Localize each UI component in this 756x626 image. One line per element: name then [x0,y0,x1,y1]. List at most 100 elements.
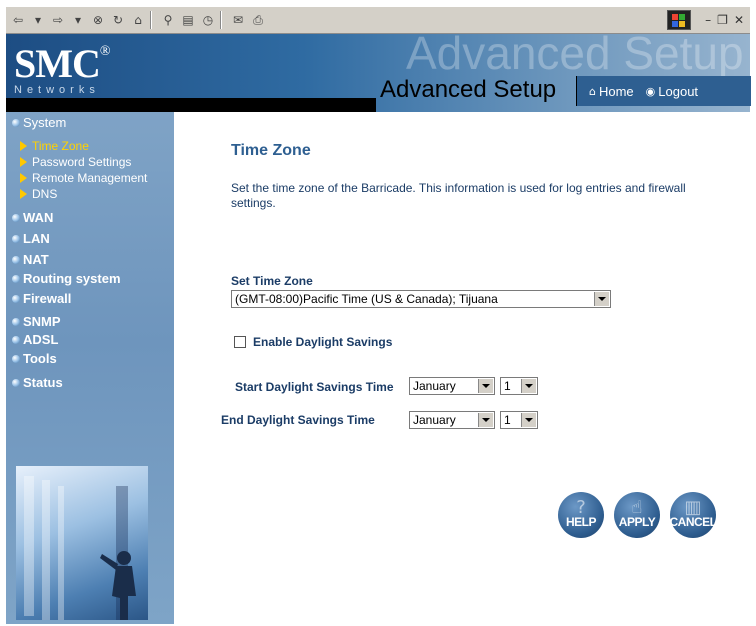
dropdown-arrow-icon[interactable]: ▾ [70,12,86,28]
bullet-icon [12,118,20,127]
sidebar-item-label: SNMP [23,314,61,329]
sidebar-item-wan[interactable]: WAN [12,210,53,225]
enable-daylight-savings-checkbox[interactable] [234,336,246,348]
sidebar-item-label: ADSL [23,332,59,347]
end-day-value: 1 [504,413,511,427]
restore-icon[interactable]: ❐ [717,13,728,27]
logo-registered-mark: ® [99,44,111,59]
sidebar-subitem-dns[interactable]: DNS [20,187,57,201]
page-title: Time Zone [231,142,311,159]
sidebar-subitem-time-zone[interactable]: Time Zone [20,139,89,153]
sidebar-item-label: Firewall [23,291,72,306]
hand-pointer-icon: ☝ [631,497,643,518]
page-description: Set the time zone of the Barricade. This… [231,181,686,210]
triangle-arrow-icon [20,141,27,151]
end-month-select[interactable]: January [409,411,495,429]
sidebar-item-lan[interactable]: LAN [12,231,50,246]
bullet-icon [12,354,20,363]
history-icon[interactable]: ◷ [200,12,216,28]
forward-icon[interactable]: ⇨ [50,12,66,28]
refresh-icon[interactable]: ↻ [110,12,126,28]
chevron-down-icon [521,413,536,427]
sidebar-item-routing-system[interactable]: Routing system [12,271,121,286]
sidebar-item-nat[interactable]: NAT [12,252,49,267]
end-day-select[interactable]: 1 [500,411,538,429]
sidebar-item-firewall[interactable]: Firewall [12,291,71,306]
dropdown-arrow-icon[interactable]: ▾ [30,12,46,28]
time-zone-select[interactable]: (GMT-08:00)Pacific Time (US & Canada); T… [231,290,611,308]
smc-logo: SMC® [14,40,110,87]
sidebar-item-label: LAN [23,231,50,246]
start-day-select[interactable]: 1 [500,377,538,395]
sidebar-item-adsl[interactable]: ADSL [12,332,58,347]
mail-icon[interactable]: ✉ [230,12,246,28]
sidebar-subitem-remote-management[interactable]: Remote Management [20,171,147,185]
sidebar-item-label: NAT [23,252,49,267]
search-icon[interactable]: ⚲ [160,12,176,28]
triangle-arrow-icon [20,189,27,199]
sidebar-decorative-image [16,466,148,620]
close-icon[interactable]: ✕ [734,13,744,27]
favorites-icon[interactable]: ▤ [180,12,196,28]
sidebar-item-snmp[interactable]: SNMP [12,314,61,329]
sidebar-item-label: Status [23,375,63,390]
enable-daylight-savings-label: Enable Daylight Savings [253,335,393,349]
logo-text: SMC [14,41,101,86]
sidebar-subitem-password-settings[interactable]: Password Settings [20,155,131,169]
sidebar-item-system[interactable]: System [12,115,66,130]
bullet-icon [12,213,20,222]
sidebar-item-label: WAN [23,210,54,225]
chevron-down-icon [521,379,536,393]
page-heading-advanced-setup: Advanced Setup [380,76,557,103]
chevron-down-icon [594,292,609,306]
bullet-icon [12,335,20,344]
header-divider-bar [6,98,376,112]
browser-toolbar: ⇦ ▾ ⇨ ▾ ⊗ ↻ ⌂ ⚲ ▤ ◷ ✉ ⎙ – ❐ ✕ [6,7,750,34]
sidebar-item-label: System [23,115,67,130]
time-zone-select-value: (GMT-08:00)Pacific Time (US & Canada); T… [235,292,498,306]
help-button[interactable]: ? HELP [558,492,604,538]
home-browser-icon[interactable]: ⌂ [130,12,146,28]
set-time-zone-label: Set Time Zone [231,274,313,288]
chevron-down-icon [478,413,493,427]
logout-link-label: Logout [658,83,699,99]
bullet-icon [12,378,20,387]
logo-subtitle: Networks [14,84,100,96]
bullet-icon [12,234,20,243]
logout-link[interactable]: ◉ Logout [646,84,698,99]
header-watermark-text: Advanced Setup [406,34,744,79]
print-icon[interactable]: ⎙ [250,12,266,28]
start-daylight-savings-label: Start Daylight Savings Time [235,380,394,394]
sidebar-item-label: Tools [23,351,57,366]
triangle-arrow-icon [20,173,27,183]
apply-button[interactable]: ☝ APPLY [614,492,660,538]
start-day-value: 1 [504,379,511,393]
windows-logo-icon [667,10,692,30]
home-link[interactable]: ⌂ Home [589,84,634,99]
logout-icon: ◉ [645,84,656,98]
minimize-icon[interactable]: – [705,13,711,27]
toolbar-separator [220,11,222,29]
sidebar-item-label: Routing system [23,271,121,286]
end-month-value: January [413,413,456,427]
window-controls: – ❐ ✕ [667,10,744,30]
sidebar-item-status[interactable]: Status [12,375,63,390]
home-link-label: Home [598,83,634,99]
sidebar-item-tools[interactable]: Tools [12,351,57,366]
start-month-select[interactable]: January [409,377,495,395]
top-nav: ⌂ Home ◉ Logout [576,76,751,106]
stop-icon[interactable]: ⊗ [90,12,106,28]
back-icon[interactable]: ⇦ [10,12,26,28]
sidebar-subitem-label: DNS [32,187,58,201]
sidebar-subitem-label: Time Zone [32,139,89,153]
triangle-arrow-icon [20,157,27,167]
bullet-icon [12,294,20,303]
question-mark-icon: ? [576,497,586,518]
technician-silhouette-icon [100,551,136,620]
trash-can-icon: ▥ [684,497,702,518]
bullet-icon [12,317,20,326]
start-month-value: January [413,379,456,393]
cancel-button[interactable]: ▥ CANCEL [670,492,717,538]
chevron-down-icon [478,379,493,393]
bullet-icon [12,274,20,283]
